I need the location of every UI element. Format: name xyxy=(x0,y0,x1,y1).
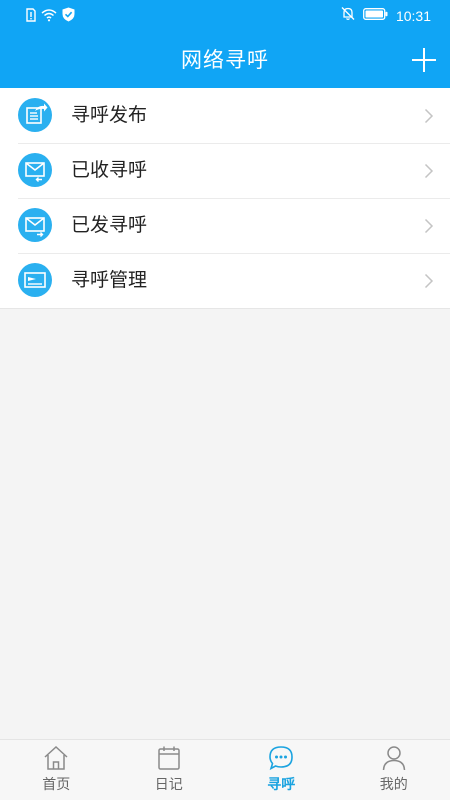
status-bar: 10:31 xyxy=(0,0,450,32)
add-button[interactable] xyxy=(408,44,440,76)
notifications-muted-icon xyxy=(341,6,355,25)
menu-item-sent[interactable]: 已发寻呼 xyxy=(0,198,450,253)
battery-icon xyxy=(363,7,388,24)
chevron-right-icon xyxy=(424,273,434,289)
inbox-mail-icon xyxy=(18,153,52,187)
chevron-right-icon xyxy=(424,163,434,179)
status-left-icons xyxy=(26,7,75,26)
wifi-icon xyxy=(41,8,57,26)
plus-icon xyxy=(412,48,436,72)
person-icon xyxy=(382,746,405,771)
page-title: 网络寻呼 xyxy=(181,48,269,72)
sent-mail-icon xyxy=(18,208,52,242)
calendar-icon xyxy=(158,746,180,770)
menu-item-received[interactable]: 已收寻呼 xyxy=(0,143,450,198)
status-right-icons: 10:31 xyxy=(341,6,431,25)
publish-icon xyxy=(18,98,52,132)
chevron-right-icon xyxy=(424,108,434,124)
sim-alert-icon xyxy=(26,7,36,26)
chat-bubble-icon xyxy=(269,746,294,771)
tab-label: 首页 xyxy=(42,777,71,793)
tab-paging[interactable]: 寻呼 xyxy=(225,740,338,800)
menu-item-label: 寻呼发布 xyxy=(71,104,148,126)
tab-label: 我的 xyxy=(379,777,408,793)
tab-diary[interactable]: 日记 xyxy=(113,740,226,800)
status-time: 10:31 xyxy=(395,7,431,24)
menu-item-label: 已发寻呼 xyxy=(71,214,148,236)
app-header: 网络寻呼 xyxy=(0,32,450,88)
tab-mine[interactable]: 我的 xyxy=(338,740,450,800)
tab-label: 日记 xyxy=(154,777,183,793)
shield-check-icon xyxy=(62,7,75,26)
menu-item-manage[interactable]: 寻呼管理 xyxy=(0,253,450,308)
menu-item-label: 已收寻呼 xyxy=(71,159,148,181)
tab-home[interactable]: 首页 xyxy=(0,740,113,800)
home-icon xyxy=(44,745,68,770)
tab-label: 寻呼 xyxy=(267,777,296,793)
manage-icon xyxy=(18,263,52,297)
chevron-right-icon xyxy=(424,218,434,234)
menu-item-label: 寻呼管理 xyxy=(71,269,148,291)
bottom-nav: 首页 日记 寻呼 我的 xyxy=(0,739,450,800)
menu-list: 寻呼发布 已收寻呼 已发寻呼 寻呼管理 xyxy=(0,88,450,309)
menu-item-publish[interactable]: 寻呼发布 xyxy=(0,88,450,143)
